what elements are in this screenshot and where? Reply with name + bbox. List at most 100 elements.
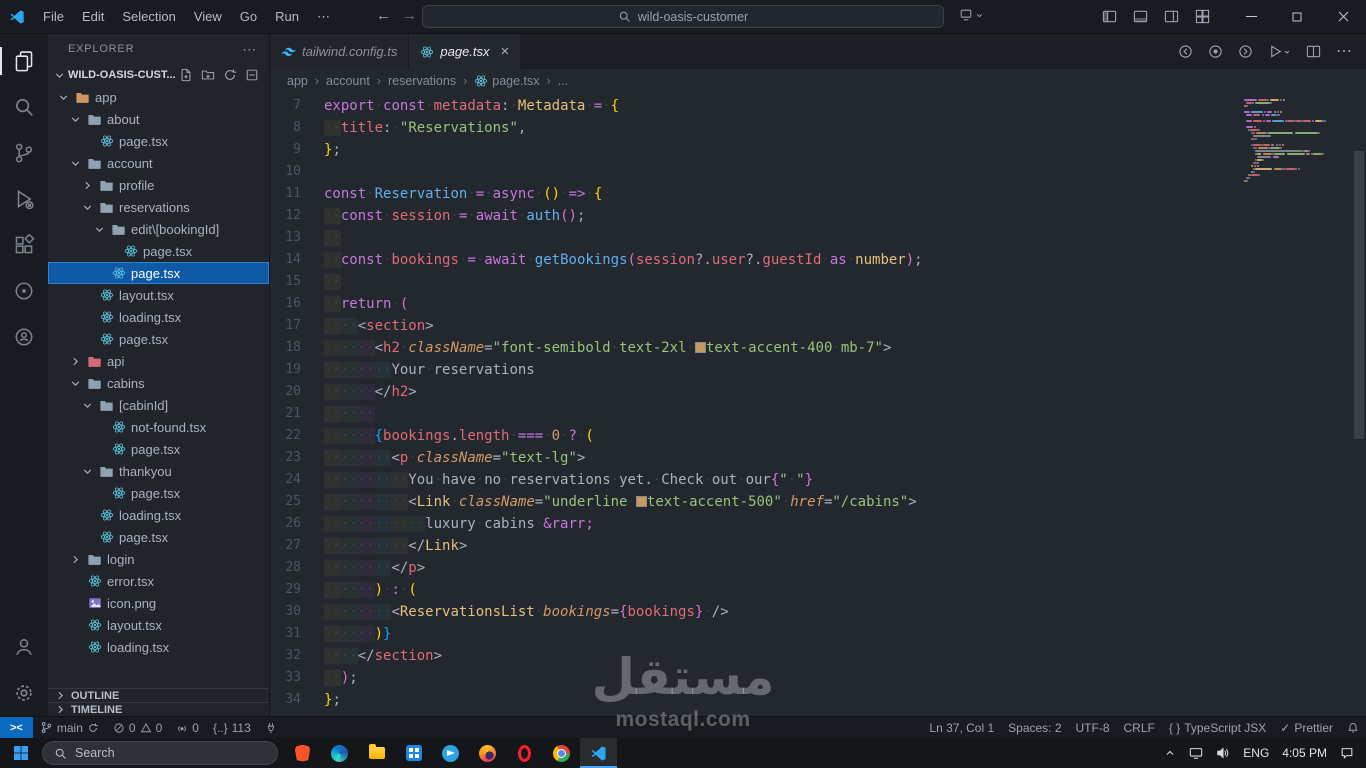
command-center-search[interactable]: wild-oasis-customer — [422, 5, 944, 28]
tree-item-page.tsx[interactable]: page.tsx — [48, 240, 269, 262]
volume-icon[interactable] — [1216, 746, 1230, 760]
notification-center-icon[interactable] — [1340, 746, 1354, 760]
tree-item-loading.tsx[interactable]: loading.tsx — [48, 306, 269, 328]
tree-item-not-found.tsx[interactable]: not-found.tsx — [48, 416, 269, 438]
menu-view[interactable]: View — [185, 0, 231, 33]
more-actions-icon[interactable]: ⋯ — [1336, 43, 1352, 60]
explorer-icon[interactable] — [0, 38, 48, 84]
settings-icon[interactable] — [0, 670, 48, 716]
taskbar-vscode-icon[interactable] — [580, 738, 617, 768]
menu-edit[interactable]: Edit — [73, 0, 113, 33]
indentation-status[interactable]: Spaces: 2 — [1001, 717, 1068, 738]
notifications-bell-icon[interactable] — [1340, 717, 1366, 738]
collapse-all-icon[interactable] — [245, 68, 259, 82]
breadcrumb-item-reservations[interactable]: reservations — [388, 74, 456, 88]
minimize-button[interactable] — [1228, 0, 1274, 33]
tree-item-error.tsx[interactable]: error.tsx — [48, 570, 269, 592]
tree-item-about[interactable]: about — [48, 108, 269, 130]
toggle-sidebar-icon[interactable] — [1102, 9, 1117, 24]
tree-item-[cabinId][interactable]: [cabinId] — [48, 394, 269, 416]
tab-tailwind.config.ts[interactable]: tailwind.config.ts — [270, 34, 410, 69]
new-file-icon[interactable] — [179, 68, 193, 82]
tree-item-page.tsx[interactable]: page.tsx — [48, 482, 269, 504]
display-icon[interactable] — [1189, 746, 1203, 760]
minimap[interactable] — [1244, 99, 1350, 183]
code-line-32[interactable]: 32 ····</section> — [270, 645, 1366, 667]
code-line-11[interactable]: 11 const·Reservation·=·async·()·=>·{ — [270, 183, 1366, 205]
code-line-13[interactable]: 13 ·· — [270, 227, 1366, 249]
menu-[interactable]: ⋯ — [308, 0, 339, 33]
code-line-18[interactable]: 18 ······<h2·className="font-semibold·tex… — [270, 337, 1366, 359]
language-indicator[interactable]: ENG — [1243, 746, 1269, 760]
back-arrow-icon[interactable]: ← — [376, 7, 391, 24]
formatter-status[interactable]: ✓ Prettier — [1273, 717, 1340, 738]
tree-item-page.tsx[interactable]: page.tsx — [48, 526, 269, 548]
search-icon[interactable] — [0, 84, 48, 130]
tab-page.tsx[interactable]: page.tsx × — [409, 34, 522, 69]
clock[interactable]: 4:05 PM — [1282, 746, 1327, 760]
maximize-button[interactable] — [1274, 0, 1320, 33]
code-line-10[interactable]: 10 — [270, 161, 1366, 183]
code-line-34[interactable]: 34}; — [270, 689, 1366, 711]
close-button[interactable] — [1320, 0, 1366, 33]
remote-indicator[interactable]: >< — [0, 717, 33, 738]
code-line-15[interactable]: 15 ·· — [270, 271, 1366, 293]
forward-arrow-icon[interactable]: → — [402, 7, 417, 24]
menu-selection[interactable]: Selection — [113, 0, 184, 33]
eol-status[interactable]: CRLF — [1117, 717, 1162, 738]
tree-item-page.tsx[interactable]: page.tsx — [48, 130, 269, 152]
close-tab-icon[interactable]: × — [501, 43, 510, 60]
toggle-panel-icon[interactable] — [1133, 9, 1148, 24]
git-branch-status[interactable]: main — [33, 717, 106, 738]
problems-status[interactable]: 0 0 — [106, 717, 169, 738]
tree-item-page.tsx[interactable]: page.tsx — [48, 262, 269, 284]
panel-timeline[interactable]: TIMELINE — [48, 702, 269, 716]
taskbar-explorer-icon[interactable] — [358, 738, 395, 768]
tree-item-loading.tsx[interactable]: loading.tsx — [48, 504, 269, 526]
tree-item-layout.tsx[interactable]: layout.tsx — [48, 614, 269, 636]
tree-item-reservations[interactable]: reservations — [48, 196, 269, 218]
code-line-25[interactable]: 25 ··········<Link·className="underline· t… — [270, 491, 1366, 513]
code-line-33[interactable]: 33 ··); — [270, 667, 1366, 689]
code-line-28[interactable]: 28 ········</p> — [270, 557, 1366, 579]
editor-nav-forward-icon[interactable] — [1238, 44, 1253, 59]
tree-item-page.tsx[interactable]: page.tsx — [48, 328, 269, 350]
code-line-29[interactable]: 29 ······)·:·( — [270, 579, 1366, 601]
tree-item-app[interactable]: app — [48, 86, 269, 108]
counter-status[interactable]: {..} 113 — [206, 717, 258, 738]
encoding-status[interactable]: UTF-8 — [1069, 717, 1117, 738]
project-header[interactable]: WILD-OASIS-CUST... — [48, 64, 269, 86]
tree-item-page.tsx[interactable]: page.tsx — [48, 438, 269, 460]
start-button[interactable] — [0, 738, 42, 768]
taskbar-telegram-icon[interactable] — [432, 738, 469, 768]
source-control-icon[interactable] — [0, 130, 48, 176]
taskbar-store-icon[interactable] — [395, 738, 432, 768]
menu-file[interactable]: File — [34, 0, 73, 33]
code-line-19[interactable]: 19 ········Your·reservations — [270, 359, 1366, 381]
breadcrumb-item-...[interactable]: ... — [558, 74, 568, 88]
breadcrumb-item-page.tsx[interactable]: page.tsx — [474, 74, 540, 88]
cursor-position[interactable]: Ln 37, Col 1 — [922, 717, 1001, 738]
explorer-more-icon[interactable]: ⋯ — [242, 41, 257, 58]
code-line-14[interactable]: 14 ··const·bookings·=·await·getBookings(s… — [270, 249, 1366, 271]
toggle-secondary-sidebar-icon[interactable] — [1164, 9, 1179, 24]
code-line-23[interactable]: 23 ········<p·className="text-lg"> — [270, 447, 1366, 469]
tree-item-loading.tsx[interactable]: loading.tsx — [48, 636, 269, 658]
code-editor[interactable]: 7 export·const·metadata:·Metadata·=·{8 ··t… — [270, 93, 1366, 716]
tree-item-api[interactable]: api — [48, 350, 269, 372]
accounts-icon[interactable] — [0, 624, 48, 670]
taskbar-edge-icon[interactable] — [321, 738, 358, 768]
tree-item-account[interactable]: account — [48, 152, 269, 174]
tree-item-icon.png[interactable]: icon.png — [48, 592, 269, 614]
plug-icon[interactable] — [258, 717, 284, 738]
editor-nav-back-icon[interactable] — [1178, 44, 1193, 59]
customize-layout-icon[interactable] — [1195, 9, 1210, 24]
breadcrumb-item-app[interactable]: app — [287, 74, 308, 88]
tree-item-login[interactable]: login — [48, 548, 269, 570]
vertical-scrollbar[interactable] — [1352, 93, 1366, 716]
color-swatch[interactable] — [694, 342, 706, 353]
chevron-up-icon[interactable] — [1164, 747, 1176, 759]
code-line-26[interactable]: 26 ············luxury·cabins·&rarr; — [270, 513, 1366, 535]
menu-run[interactable]: Run — [266, 0, 308, 33]
code-line-30[interactable]: 30 ········<ReservationsList·bookings={bo… — [270, 601, 1366, 623]
